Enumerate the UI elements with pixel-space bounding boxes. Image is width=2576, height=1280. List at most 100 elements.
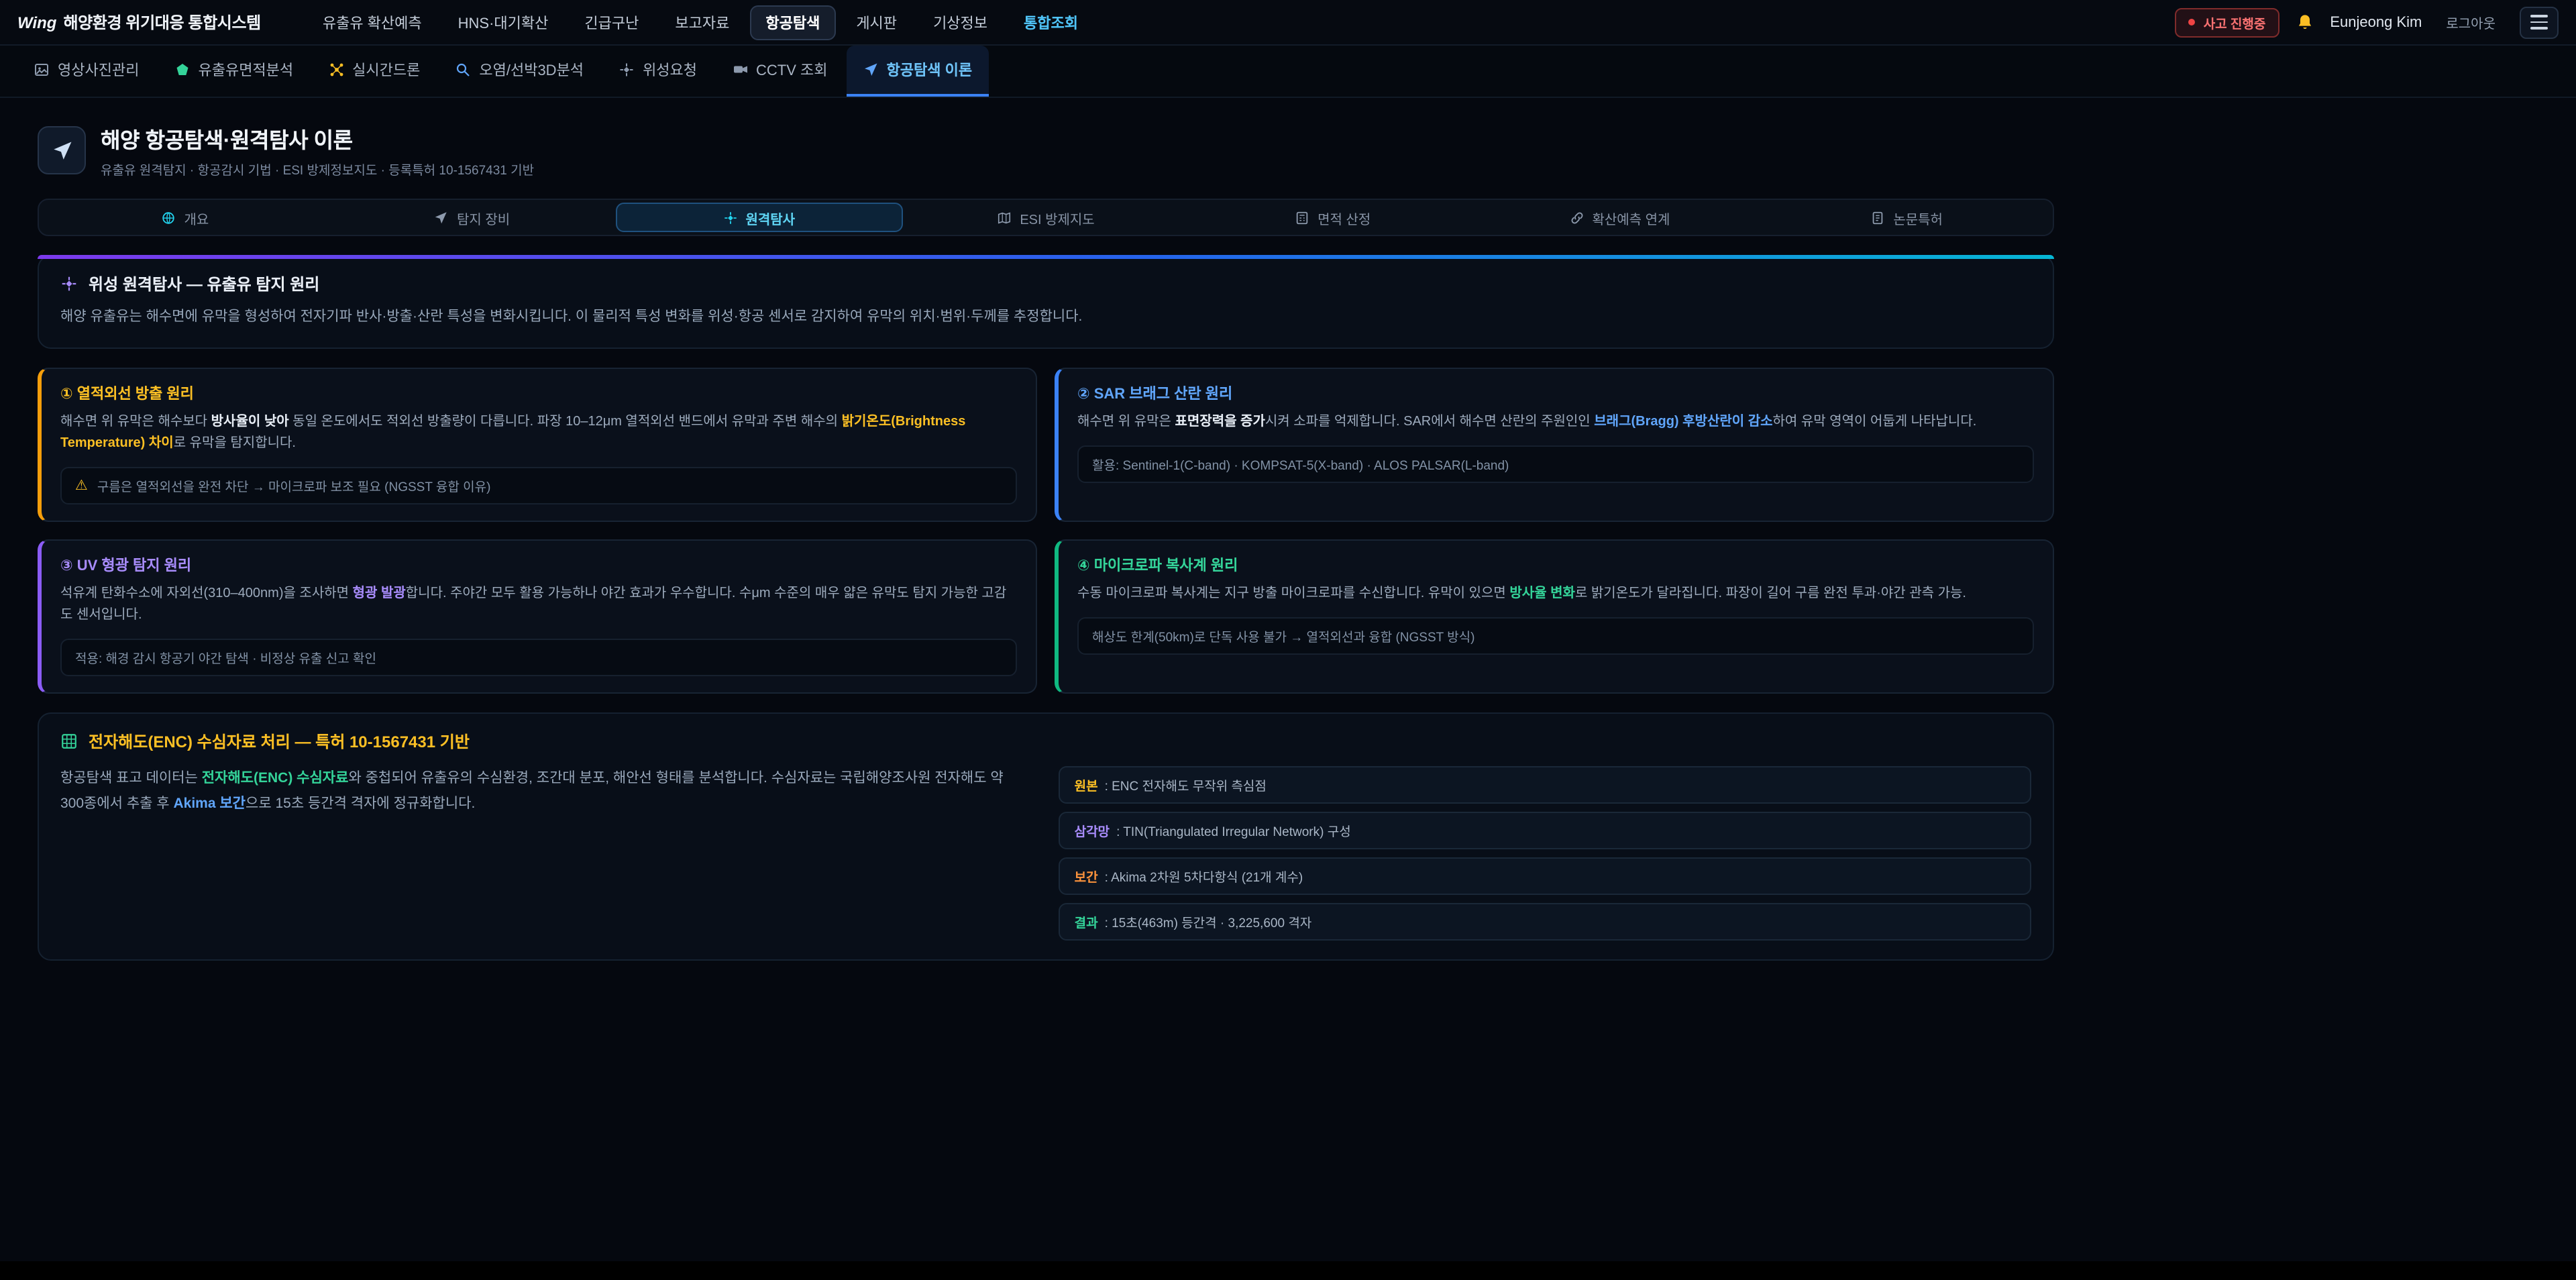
nav-integrated-query[interactable]: 통합조회 [1008,5,1094,40]
intro-heading-text: 위성 원격탐사 — 유출유 탐지 원리 [89,272,319,295]
card-uv-fluorescence: ③ UV 형광 탐지 원리 석유계 탄화수소에 자외선(310–400nm)을 … [38,540,1037,694]
drone-icon [328,62,344,78]
ptab-detection-equipment[interactable]: 탐지 장비 [329,203,616,232]
card-sar-bragg: ② SAR 브래그 산란 원리 해수면 위 유막은 표면장력을 증가시켜 소파를… [1055,368,2054,523]
menu-icon[interactable] [2520,6,2559,38]
incident-status-badge[interactable]: 사고 진행중 [2176,7,2279,37]
card-body: 해수면 위 유막은 해수보다 방사율이 낮아 동일 온도에서도 적외선 방출량이… [60,413,1017,456]
text: Akima 보간 [173,795,246,811]
enc-row-result: 결과 : 15초(463m) 등간격 · 3,225,600 격자 [1059,904,2031,941]
ptab-remote-sensing[interactable]: 원격탐사 [615,203,902,232]
logout-button[interactable]: 로그아웃 [2438,8,2504,36]
enc-row-interpolation: 보간 : Akima 2차원 5차다항식 (21개 계수) [1059,858,2031,896]
tab-3d-ship-analysis[interactable]: 오염/선박3D분석 [439,46,600,97]
enc-row-source: 원본 : ENC 전자해도 무작위 측심점 [1059,767,2031,804]
ptab-diffusion-link[interactable]: 확산예측 연계 [1477,203,1764,232]
ptab-label: 개요 [184,207,209,227]
enc-pipeline-rows: 원본 : ENC 전자해도 무작위 측심점 삼각망 : TIN(Triangul… [1059,767,2031,941]
subtab-label: CCTV 조회 [756,59,828,81]
globe-icon [161,210,176,225]
text: 전자해도(ENC) 수심자료 [202,771,349,787]
subtab-label: 영상사진관리 [58,59,139,81]
ptab-label: ESI 방제지도 [1020,207,1094,227]
ptab-label: 탐지 장비 [457,207,510,227]
row-label: 삼각망 [1075,822,1110,841]
enc-row-tin: 삼각망 : TIN(Triangulated Irregular Network… [1059,812,2031,850]
section-tabbar: 개요 탐지 장비 원격탐사 ESI 방제지도 면적 산정 확산예측 연계 [38,199,2054,236]
page-subtitle: 유출유 원격탐지 · 항공감시 기법 · ESI 방제정보지도 · 등록특허 1… [101,160,534,178]
area-icon [174,62,190,78]
tab-image-management[interactable]: 영상사진관리 [17,46,155,97]
nav-board[interactable]: 게시판 [840,5,913,40]
text: 해수면 위 유막은 해수보다 [60,415,211,430]
nav-aerial-search[interactable]: 항공탐색 [749,5,836,40]
nav-weather[interactable]: 기상정보 [917,5,1004,40]
page-title: 해양 항공탐색·원격탐사 이론 [101,122,534,154]
card-body: 석유계 탄화수소에 자외선(310–400nm)을 조사하면 형광 발광합니다.… [60,584,1017,627]
ptab-esi-map[interactable]: ESI 방제지도 [902,203,1189,232]
intro-heading: 위성 원격탐사 — 유출유 탐지 원리 [60,272,2031,295]
card-note: ⚠ 구름은 열적외선을 완전 차단 → 마이크로파 보조 필요 (NGSST 융… [60,468,1017,505]
subtab-label: 실시간드론 [352,59,420,81]
enc-description: 항공탐색 표고 데이터는 전자해도(ENC) 수심자료와 중첩되어 유출유의 수… [60,767,1026,816]
text: 동일 온도에서도 적외선 방출량이 다릅니다. 파장 10–12μm 열적외선 … [289,415,842,430]
card-title: ③ UV 형광 탐지 원리 [60,555,1017,576]
text: 방사율이 낮아 [211,415,289,430]
ptab-label: 논문특허 [1893,207,1943,227]
note-text: 해상도 한계(50km)로 단독 사용 불가 → 열적외선과 융합 (NGSST… [1092,627,1474,646]
nav-oil-spread[interactable]: 유출유 확산예측 [307,5,438,40]
subtab-label: 오염/선박3D분석 [479,59,584,81]
nav-rescue[interactable]: 긴급구난 [568,5,655,40]
enc-heading: 전자해도(ENC) 수심자료 처리 — 특허 10-1567431 기반 [60,731,2031,753]
tab-oil-area-analysis[interactable]: 유출유면적분석 [158,46,309,97]
satellite-icon [619,62,635,78]
cctv-camera-icon [732,62,748,78]
tab-aerial-theory[interactable]: 항공탐색 이론 [847,46,989,97]
satellite-icon [722,210,737,225]
text: 브래그(Bragg) 후방산란이 감소 [1594,415,1772,430]
text: 로 밝기온도가 달라집니다. 파장이 길어 구름 완전 투과·야간 관측 가능. [1575,587,1966,602]
row-label: 보간 [1075,867,1098,886]
nav-hns-atmos[interactable]: HNS·대기확산 [442,5,565,40]
status-dot-icon [2189,19,2196,25]
ptab-label: 원격탐사 [745,207,795,227]
card-body: 해수면 위 유막은 표면장력을 증가시켜 소파를 억제합니다. SAR에서 해수… [1077,413,2034,434]
tab-cctv-view[interactable]: CCTV 조회 [716,46,844,97]
nav-reports[interactable]: 보고자료 [659,5,745,40]
sub-navbar: 영상사진관리 유출유면적분석 실시간드론 오염/선박3D분석 위성요청 CCTV… [0,46,2576,98]
card-microwave-radiometer: ④ 마이크로파 복사계 원리 수동 마이크로파 복사계는 지구 방출 마이크로파… [1055,540,2054,694]
app-title: 해양환경 위기대응 통합시스템 [63,11,260,34]
row-text: : 15초(463m) 등간격 · 3,225,600 격자 [1105,913,1312,932]
wing-logo: Wing [17,13,56,32]
tab-realtime-drone[interactable]: 실시간드론 [312,46,436,97]
card-thermal-infrared: ① 열적외선 방출 원리 해수면 위 유막은 해수보다 방사율이 낮아 동일 온… [38,368,1037,523]
text: 항공탐색 표고 데이터는 [60,771,202,787]
text: 하여 유막 영역이 어둡게 나타납니다. [1773,415,1977,430]
topbar-right: 사고 진행중 Eunjeong Kim 로그아웃 [2176,6,2559,38]
text: 표면장력을 증가 [1175,415,1265,430]
app-root: Wing 해양환경 위기대응 통합시스템 유출유 확산예측 HNS·대기확산 긴… [0,0,2576,1280]
plane-icon [863,62,879,78]
enc-heading-text: 전자해도(ENC) 수심자료 처리 — 특허 10-1567431 기반 [89,731,470,753]
bell-icon[interactable] [2295,13,2314,32]
text: 로 유막을 탐지합니다. [174,437,296,451]
page-header: 해양 항공탐색·원격탐사 이론 유출유 원격탐지 · 항공감시 기법 · ESI… [38,122,2054,178]
user-name: Eunjeong Kim [2330,14,2422,30]
app-brand: Wing 해양환경 위기대응 통합시스템 [17,11,261,34]
card-note: 해상도 한계(50km)로 단독 사용 불가 → 열적외선과 융합 (NGSST… [1077,618,2034,655]
row-label: 원본 [1075,776,1098,795]
ptab-papers-patents[interactable]: 논문특허 [1763,203,2050,232]
intro-body: 해양 유출유는 해수면에 유막을 형성하여 전자기파 반사·방출·산란 특성을 … [60,306,2031,329]
text: 형광 발광 [353,587,406,602]
main-content: 해양 항공탐색·원격탐사 이론 유출유 원격탐지 · 항공감시 기법 · ESI… [38,122,2054,961]
ptab-label: 면적 산정 [1318,207,1371,227]
paper-plane-icon [38,126,86,174]
link-icon [1569,210,1584,225]
text: 석유계 탄화수소에 자외선(310–400nm)을 조사하면 [60,587,353,602]
ptab-overview[interactable]: 개요 [42,203,329,232]
tab-satellite-request[interactable]: 위성요청 [602,46,713,97]
ptab-area-calculation[interactable]: 면적 산정 [1189,203,1477,232]
principle-cards: ① 열적외선 방출 원리 해수면 위 유막은 해수보다 방사율이 낮아 동일 온… [38,368,2054,694]
card-title: ① 열적외선 방출 원리 [60,383,1017,405]
note-text: 구름은 열적외선을 완전 차단 → 마이크로파 보조 필요 (NGSST 융합 … [97,477,491,496]
